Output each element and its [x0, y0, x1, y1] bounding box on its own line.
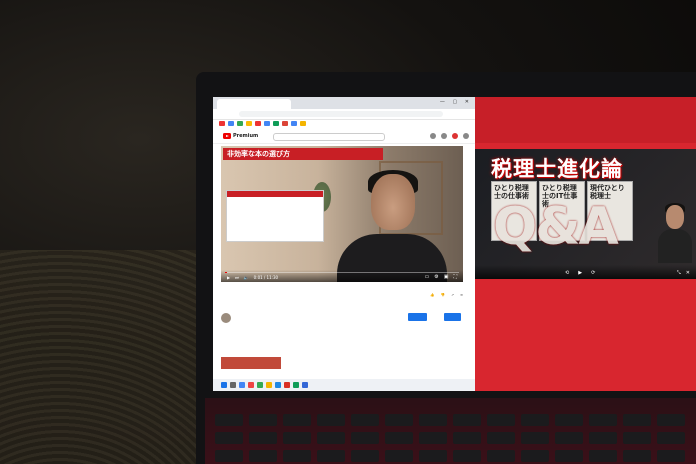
address-bar	[213, 109, 475, 120]
key-row	[215, 432, 685, 444]
share-icon[interactable]: ↗	[451, 293, 454, 297]
presenter	[658, 203, 692, 263]
close-icon[interactable]: ✕	[686, 270, 690, 276]
play-icon[interactable]: ▶	[578, 270, 582, 276]
video-title-overlay: 税理士進化論	[491, 157, 623, 181]
start-icon[interactable]	[221, 382, 227, 388]
caption-box	[226, 190, 324, 242]
taskbar-app-icon[interactable]	[284, 382, 290, 388]
taskbar-app-icon[interactable]	[302, 382, 308, 388]
bookmark-icon[interactable]	[255, 121, 261, 126]
avatar[interactable]	[463, 133, 469, 139]
dislike-icon[interactable]: 👎	[441, 293, 445, 297]
bookmark-icon[interactable]	[246, 121, 252, 126]
youtube-brand: Premium	[233, 133, 259, 139]
channel-row	[221, 311, 463, 331]
save-icon[interactable]: ≡	[460, 293, 463, 297]
bookmark-icon[interactable]	[228, 121, 234, 126]
like-icon[interactable]: 👍	[430, 293, 434, 297]
video-title-banner: 非効率な本の選び方	[223, 148, 383, 160]
caption-text	[227, 197, 323, 203]
qa-overlay-text: Q&A	[493, 197, 619, 257]
controls-right: ▭ ⚙ ▣ ⛶	[425, 274, 457, 280]
search-icon[interactable]	[230, 382, 236, 388]
key-row	[215, 414, 685, 426]
volume-icon[interactable]: 🔈	[244, 275, 249, 280]
comment-thumbnail	[221, 357, 281, 369]
upload-icon[interactable]	[430, 133, 436, 139]
taskbar-app-icon[interactable]	[266, 382, 272, 388]
taskbar	[213, 379, 475, 391]
skip-forward-icon[interactable]: ⟳	[591, 270, 595, 276]
video-actions: 👍 👎 ↗ ≡	[430, 293, 463, 297]
taskbar-app-icon[interactable]	[248, 382, 254, 388]
window-controls[interactable]: — ▢ ✕	[440, 99, 472, 105]
browser-window: — ▢ ✕ Premium 非効率な本の選び方 ▶ ⏭ 🔈 0:01 / 11:…	[213, 97, 475, 391]
subtitles-icon[interactable]: ▭	[425, 274, 430, 280]
taskbar-app-icon[interactable]	[257, 382, 263, 388]
right-video-panel: 税理士進化論 ひとり税理士の仕事術 ひとり税理士のIT仕事術 現代ひとり税理士 …	[475, 97, 696, 391]
tab-bar: — ▢ ✕	[213, 97, 475, 109]
secondary-player-controls: ⟲ ▶ ⟳ ⤡ ✕	[475, 265, 696, 279]
red-header-strip	[475, 97, 696, 143]
channel-avatar[interactable]	[221, 313, 231, 323]
taskbar-app-icon[interactable]	[275, 382, 281, 388]
right-controls: ⤡ ✕	[677, 270, 690, 276]
person-head	[371, 174, 415, 230]
video-player[interactable]: 非効率な本の選び方 ▶ ⏭ 🔈 0:01 / 11:30 ▭ ⚙ ▣ ⛶	[221, 146, 463, 282]
settings-icon[interactable]: ⚙	[434, 274, 438, 280]
taskbar-app-icon[interactable]	[239, 382, 245, 388]
analytics-button[interactable]	[407, 313, 427, 321]
bookmarks-bar	[213, 120, 475, 129]
notifications-icon[interactable]	[452, 133, 458, 139]
taskbar-app-icon[interactable]	[293, 382, 299, 388]
progress-bar[interactable]	[225, 272, 459, 273]
youtube-logo[interactable]: Premium	[223, 133, 258, 139]
minimize-icon[interactable]: ⤡	[677, 270, 681, 276]
secondary-video[interactable]: 税理士進化論 ひとり税理士の仕事術 ひとり税理士のIT仕事術 現代ひとり税理士 …	[475, 149, 696, 279]
header-icons	[430, 133, 469, 139]
youtube-header: Premium	[213, 129, 475, 144]
key-row	[215, 450, 685, 462]
browser-tab[interactable]	[217, 99, 291, 109]
bookmark-icon[interactable]	[273, 121, 279, 126]
bookmark-icon[interactable]	[282, 121, 288, 126]
bookmark-icon[interactable]	[291, 121, 297, 126]
time-display: 0:01 / 11:30	[253, 275, 279, 280]
keyboard	[205, 398, 696, 464]
bookmark-icon[interactable]	[237, 121, 243, 126]
next-icon[interactable]: ⏭	[235, 275, 239, 280]
edit-video-button[interactable]	[444, 313, 461, 321]
player-controls: ▶ ⏭ 🔈 0:01 / 11:30 ▭ ⚙ ▣ ⛶	[221, 270, 463, 282]
fullscreen-icon[interactable]: ⛶	[453, 274, 457, 280]
bookmark-icon[interactable]	[300, 121, 306, 126]
play-icon[interactable]: ▶	[227, 275, 230, 280]
apps-icon[interactable]	[441, 133, 447, 139]
video-info: 👍 👎 ↗ ≡	[221, 285, 463, 369]
center-controls: ⟲ ▶ ⟳	[565, 270, 595, 276]
url-input[interactable]	[239, 111, 443, 117]
controls-left: ▶ ⏭ 🔈 0:01 / 11:30	[227, 275, 278, 280]
skip-back-icon[interactable]: ⟲	[565, 270, 569, 276]
bookmark-icon[interactable]	[264, 121, 270, 126]
bookmark-icon[interactable]	[219, 121, 225, 126]
youtube-play-icon	[223, 133, 231, 139]
miniplayer-icon[interactable]: ▣	[444, 274, 449, 280]
laptop-screen: — ▢ ✕ Premium 非効率な本の選び方 ▶ ⏭ 🔈 0:01 / 11:…	[213, 97, 696, 391]
search-input[interactable]	[273, 133, 385, 141]
